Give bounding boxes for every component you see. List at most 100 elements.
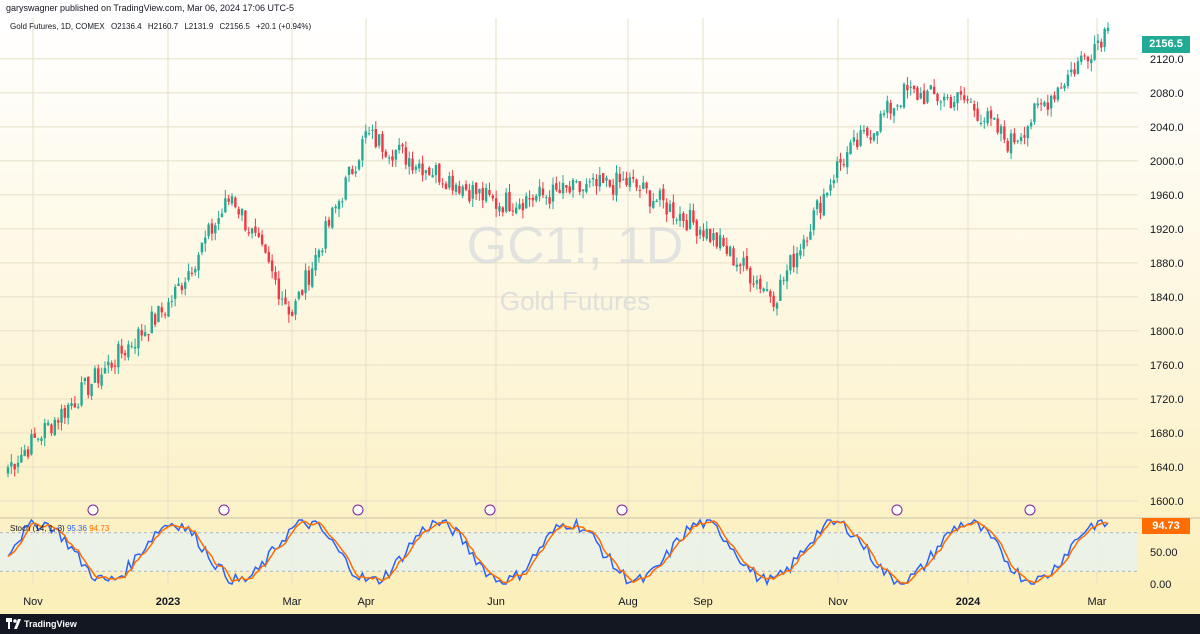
candle-body (227, 198, 230, 202)
footer-bar: TradingView (0, 614, 1200, 634)
candle-body (73, 403, 77, 408)
candle-body (638, 189, 642, 191)
candle-body (515, 207, 518, 214)
candle-body (1056, 87, 1060, 100)
time-axis-label: 2024 (956, 596, 981, 608)
candle-body (287, 306, 291, 315)
candle-body (752, 283, 755, 285)
candle-body (605, 177, 608, 181)
ohlc-low: L2131.9 (184, 22, 214, 31)
candle-body (615, 172, 618, 196)
stoch-legend: Stoch (14, 1, 3) 95.36 94.73 (10, 524, 109, 533)
candle-body (588, 181, 591, 183)
candle-body (204, 237, 207, 244)
candle-body (1013, 133, 1016, 143)
ohlc-open: O2136.4 (110, 22, 142, 31)
time-axis-label: Nov (23, 596, 43, 608)
candle-body (993, 117, 996, 120)
candle-body (187, 271, 190, 280)
candle-body (391, 156, 394, 161)
candle-body (531, 197, 535, 201)
candle-body (682, 213, 685, 222)
candle-body (621, 179, 625, 181)
candle-body (1043, 102, 1046, 107)
candle-body (297, 291, 301, 299)
candle-body (759, 278, 762, 289)
candle-body (1016, 140, 1019, 142)
candle-body (46, 422, 50, 426)
candle-body (642, 182, 645, 189)
candle-body (545, 197, 548, 199)
candle-body (842, 164, 846, 166)
candle-body (394, 150, 398, 160)
candle-body (852, 137, 856, 142)
candle-body (384, 151, 388, 157)
stoch-axis-label: 50.00 (1150, 547, 1178, 559)
candle-body (294, 300, 297, 315)
candle-body (896, 105, 899, 107)
candle-body (454, 184, 458, 192)
candle-body (451, 175, 454, 191)
candle-body (862, 129, 866, 132)
candle-body (347, 166, 351, 175)
candle-body (314, 254, 317, 271)
candle-body (846, 152, 849, 168)
candle-body (1096, 40, 1100, 43)
candle-body (939, 101, 943, 103)
candle-body (10, 462, 13, 467)
candle-body (906, 84, 909, 91)
candle-body (1083, 55, 1086, 57)
candle-body (30, 434, 33, 455)
ohlc-close: C2156.5 (219, 22, 250, 31)
candle-body (267, 251, 270, 262)
candle-body (876, 131, 879, 136)
candle-body (789, 255, 792, 271)
candle-body (444, 183, 448, 190)
candle-body (996, 118, 999, 133)
candle-body (535, 195, 538, 201)
candle-body (598, 174, 601, 187)
candle-body (377, 134, 381, 146)
candle-body (20, 454, 23, 463)
candle-body (157, 305, 160, 323)
candle-body (969, 101, 973, 103)
candle-body (197, 254, 200, 271)
candle-body (799, 250, 802, 256)
candle-body (528, 198, 531, 200)
candle-body (749, 267, 752, 284)
candle-body (718, 235, 722, 249)
symbol-name: Gold Futures, 1D, COMEX (10, 22, 105, 31)
candle-body (678, 213, 682, 221)
candle-body (36, 438, 40, 440)
candle-body (712, 233, 715, 241)
candle-body (829, 184, 832, 191)
candle-body (56, 420, 60, 423)
candle-body (922, 90, 926, 105)
candle-body (431, 175, 434, 178)
candle-body (1076, 61, 1080, 74)
candle-body (611, 185, 615, 195)
candle-body (468, 189, 471, 202)
candle-body (277, 278, 281, 300)
candle-body (1090, 59, 1093, 64)
event-marker-icon (352, 504, 364, 516)
candle-body (381, 133, 384, 152)
candle-body (16, 462, 20, 467)
candle-body (929, 85, 932, 90)
candle-body (123, 353, 127, 356)
candle-body (728, 246, 732, 256)
price-chart[interactable]: 1600.0 1640.0 1680.0 1720.0 1760.0 1800.0 1840… (0, 18, 1200, 614)
candle-body (708, 228, 712, 242)
candle-body (428, 167, 431, 175)
candle-body (899, 105, 902, 107)
candle-body (932, 86, 936, 95)
candle-body (50, 424, 53, 434)
candle-body (1026, 126, 1029, 139)
candle-body (177, 283, 180, 287)
time-axis-label: Sep (693, 596, 713, 608)
candle-body (1029, 122, 1033, 127)
candle-body (936, 93, 939, 102)
candle-body (260, 234, 264, 245)
candle-body (438, 163, 441, 183)
candle-body (374, 129, 377, 147)
